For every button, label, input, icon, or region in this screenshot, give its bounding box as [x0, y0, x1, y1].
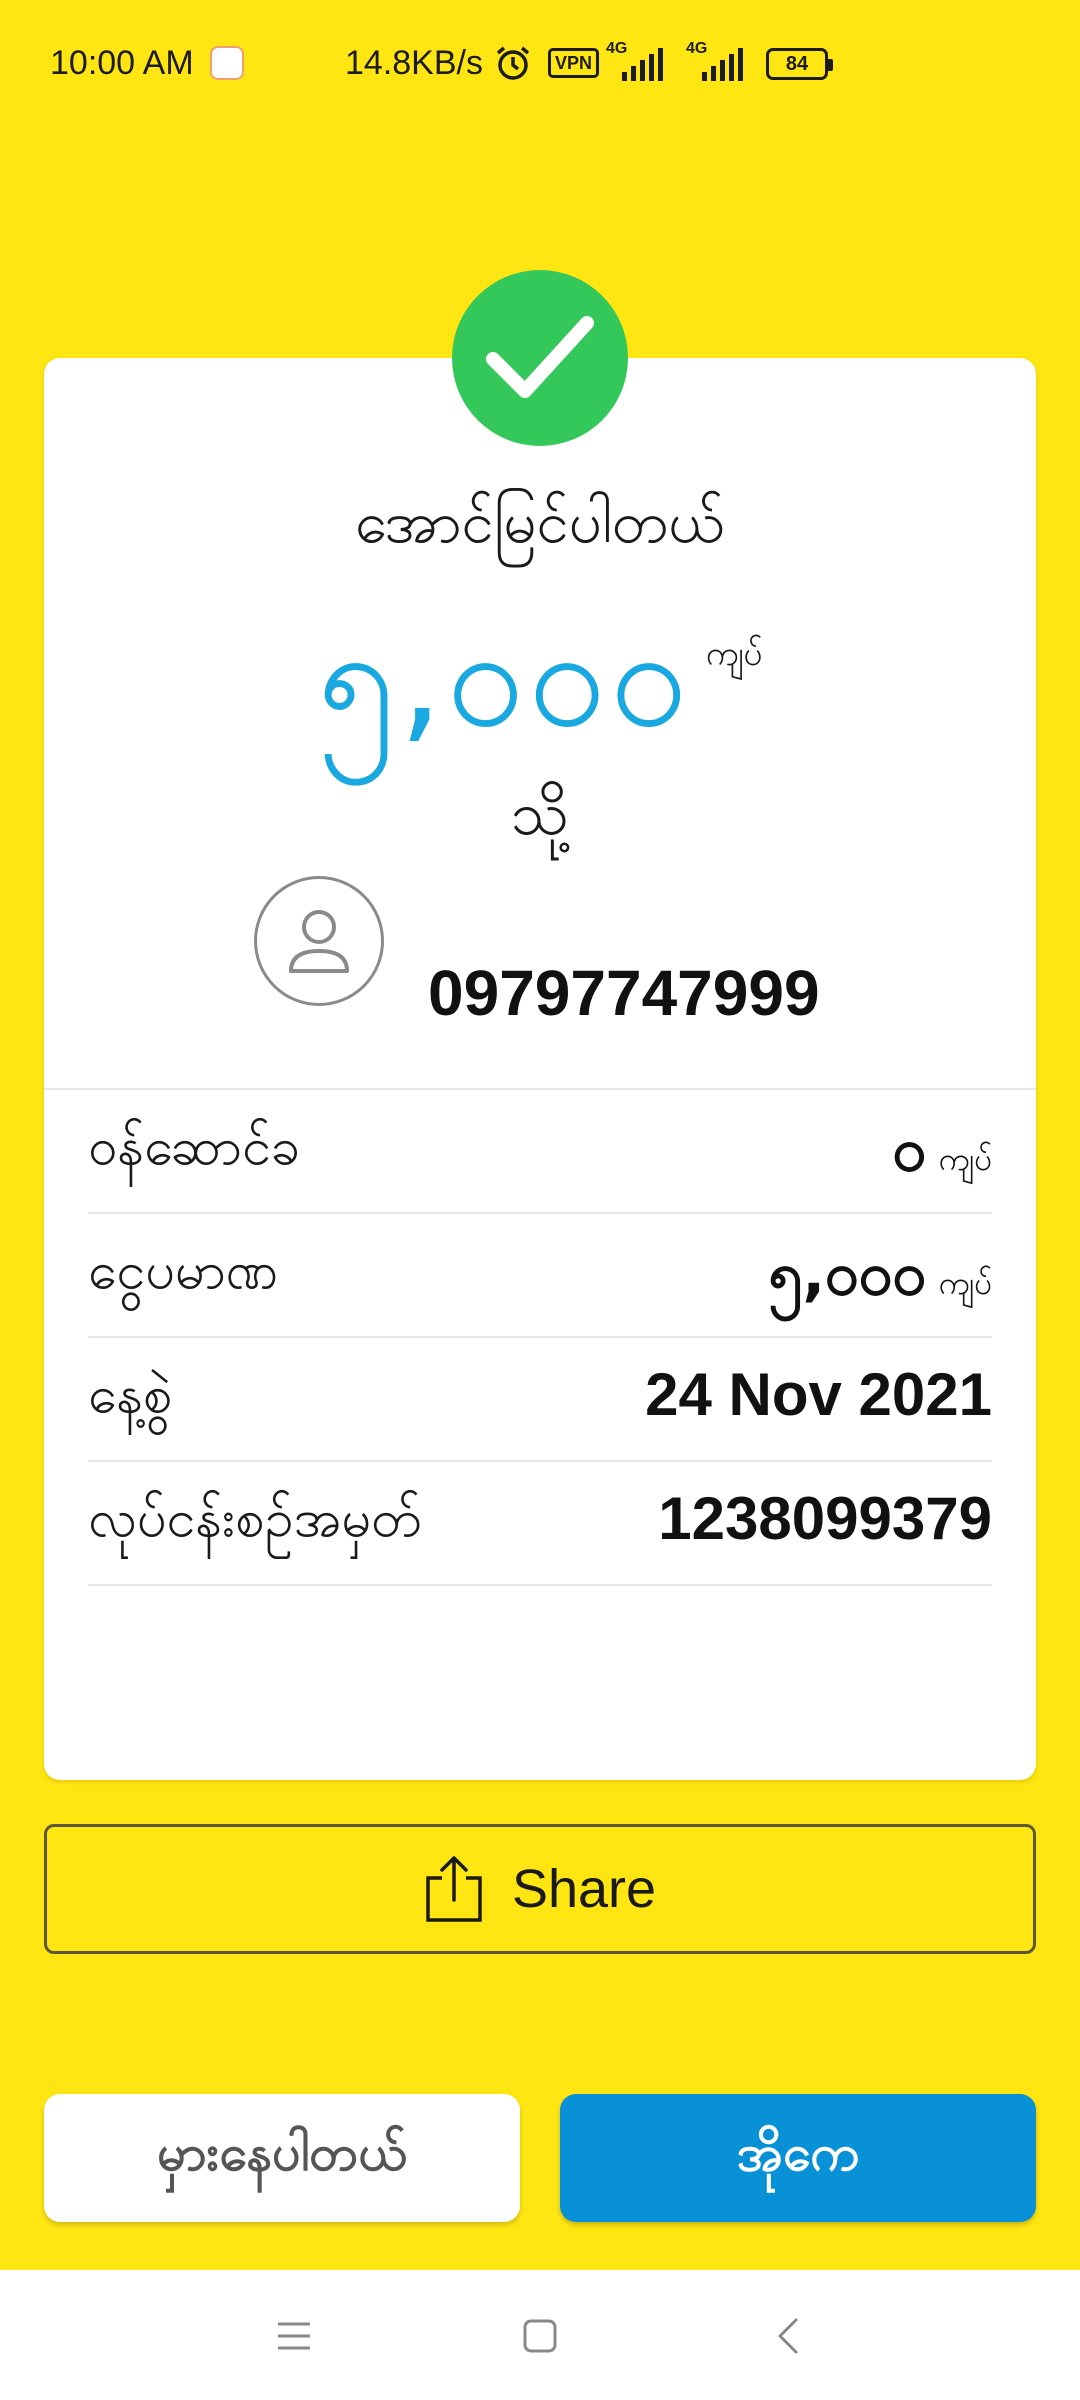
signal-sim1-icon: 4G — [606, 40, 666, 82]
status-time: 10:00 AM — [50, 44, 194, 82]
back-icon[interactable] — [768, 2314, 812, 2358]
success-check-icon — [452, 270, 628, 446]
menu-icon[interactable] — [272, 2314, 316, 2358]
person-icon — [289, 910, 349, 973]
detail-value: 24 Nov 2021 — [645, 1361, 992, 1428]
navigation-bar — [0, 2270, 1080, 2400]
detail-row-date: နေ့စွဲ 24 Nov 2021 — [88, 1338, 992, 1462]
success-title: အောင်မြင်ပါတယ် — [355, 488, 725, 556]
battery-icon: 84 — [766, 48, 833, 80]
status-bar: 10:00 AM 14.8KB/s VPN 4G 4G 84 — [0, 0, 1080, 130]
to-label: သို့ — [510, 779, 569, 849]
detail-row-fee: ဝန်ဆောင်ခ ၀ကျပ် — [88, 1090, 992, 1214]
detail-label: လုပ်ငန်းစဉ်အမှတ် — [88, 1489, 422, 1549]
alarm-icon — [494, 44, 532, 91]
share-icon — [426, 1856, 482, 1922]
transfer-amount: ၅,၀၀၀ — [317, 597, 692, 758]
amount-display: ၅,၀၀၀ ကျပ် — [0, 590, 1080, 793]
detail-value: ၅,၀၀၀ ကျပ် — [768, 1239, 992, 1309]
detail-row-amount: ငွေပမာဏ ၅,၀၀၀ ကျပ် — [88, 1214, 992, 1338]
detail-row-transaction-id: လုပ်ငန်းစဉ်အမှတ် 1238099379 — [88, 1462, 992, 1586]
vpn-badge: VPN — [548, 48, 600, 78]
share-button[interactable]: Share — [44, 1824, 1036, 1954]
network-speed: 14.8KB/s — [345, 44, 483, 82]
ok-button[interactable]: အိုကေ — [560, 2094, 1036, 2222]
avatar — [254, 876, 384, 1006]
recipient-phone: 09797747999 — [428, 957, 820, 1029]
signal-sim2-icon: 4G — [686, 40, 746, 82]
detail-label: နေ့စွဲ — [88, 1365, 173, 1425]
detail-label: ဝန်ဆောင်ခ — [88, 1117, 301, 1177]
detail-label: ငွေပမာဏ — [88, 1241, 279, 1301]
notification-app-icon — [210, 46, 244, 80]
report-error-button[interactable]: မှားနေပါတယ် — [44, 2094, 520, 2222]
home-icon[interactable] — [518, 2314, 562, 2358]
share-label: Share — [511, 1859, 657, 1919]
amount-unit: ကျပ် — [705, 634, 763, 674]
detail-value: ၀ကျပ် — [892, 1115, 992, 1185]
detail-value: 1238099379 — [658, 1485, 992, 1552]
